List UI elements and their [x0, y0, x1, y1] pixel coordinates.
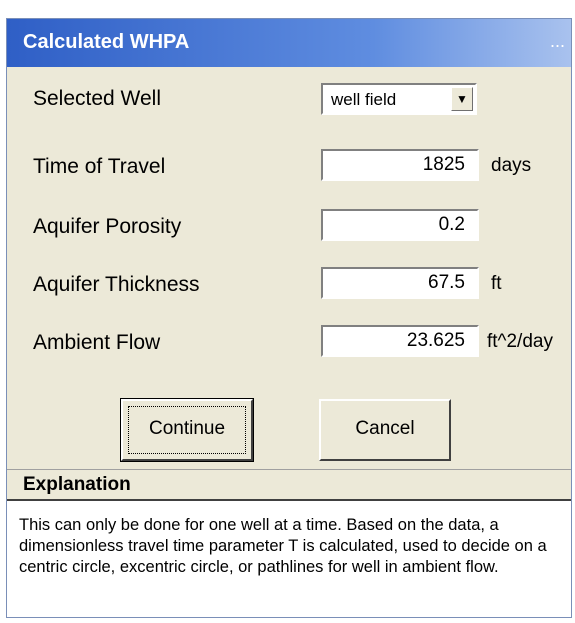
cancel-button[interactable]: Cancel: [319, 399, 451, 461]
chevron-down-icon[interactable]: ▼: [451, 87, 473, 111]
time-of-travel-label: Time of Travel: [33, 155, 166, 178]
explanation-panel: This can only be done for one well at a …: [7, 499, 571, 617]
ambient-flow-label: Ambient Flow: [33, 331, 161, 354]
selected-well-value: well field: [331, 90, 397, 109]
ambient-flow-unit: ft^2/day: [487, 331, 553, 352]
explanation-text: This can only be done for one well at a …: [19, 516, 547, 576]
explanation-title: Explanation: [23, 474, 131, 495]
aquifer-thickness-unit: ft: [491, 273, 502, 294]
selected-well-label: Selected Well: [33, 87, 162, 110]
window-title: Calculated WHPA: [23, 31, 190, 53]
title-overflow-dots: ...: [549, 31, 565, 51]
time-of-travel-input[interactable]: 1825: [321, 149, 479, 181]
ambient-flow-input[interactable]: 23.625: [321, 325, 479, 357]
time-of-travel-unit: days: [491, 155, 532, 176]
aquifer-porosity-label: Aquifer Porosity: [33, 215, 182, 238]
explanation-header: Explanation: [7, 469, 571, 500]
selected-well-dropdown[interactable]: well field ▼: [321, 83, 477, 115]
title-bar[interactable]: Calculated WHPA ...: [7, 19, 571, 67]
aquifer-thickness-label: Aquifer Thickness: [33, 273, 200, 296]
focus-rectangle: [128, 406, 246, 454]
aquifer-porosity-input[interactable]: 0.2: [321, 209, 479, 241]
cancel-button-label: Cancel: [355, 418, 415, 439]
aquifer-thickness-input[interactable]: 67.5: [321, 267, 479, 299]
continue-button[interactable]: Continue: [120, 398, 254, 462]
calculated-whpa-dialog: Calculated WHPA ... Selected Well well f…: [6, 18, 572, 618]
